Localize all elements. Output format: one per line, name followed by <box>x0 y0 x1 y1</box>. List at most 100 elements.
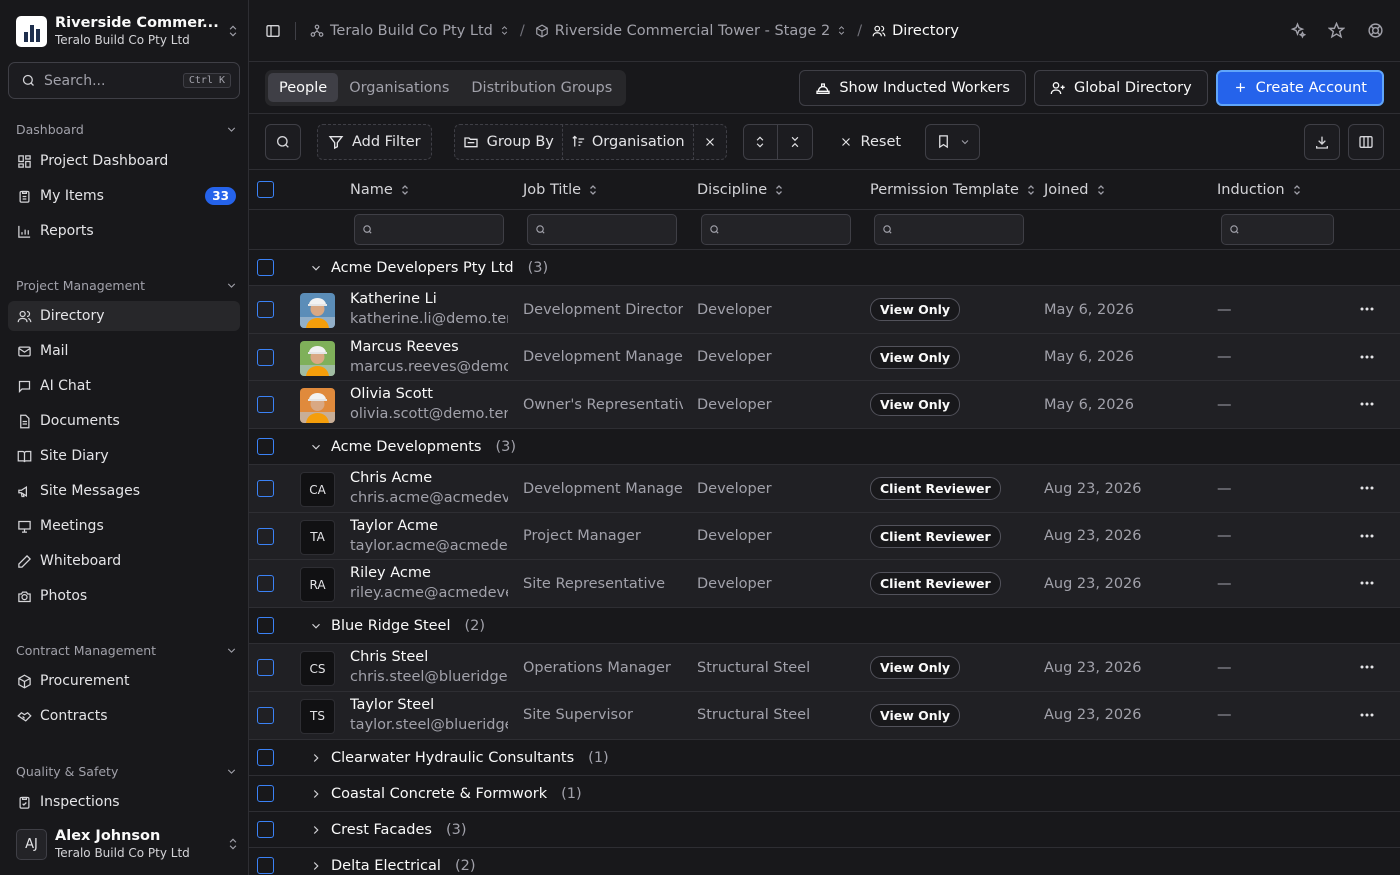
column-header-discipline[interactable]: Discipline <box>697 182 785 198</box>
table-row[interactable]: CS Chris Steel chris.steel@blueridgestee… <box>249 644 1400 692</box>
chevron-right-icon[interactable] <box>309 751 323 765</box>
sidebar-search[interactable]: Search... Ctrl K <box>8 62 240 99</box>
row-checkbox[interactable] <box>257 575 274 593</box>
induction-filter-input[interactable] <box>1221 214 1334 245</box>
discipline-filter-input[interactable] <box>701 214 851 245</box>
person-name[interactable]: Riley Acme <box>350 565 508 581</box>
more-horizontal-icon[interactable] <box>1360 712 1374 718</box>
column-header-permission-template[interactable]: Permission Template <box>870 182 1037 198</box>
group-row[interactable]: Acme Developers Pty Ltd (3) <box>249 250 1400 286</box>
project-switcher[interactable]: Riverside Commer... Teralo Build Co Pty … <box>16 14 240 48</box>
add-filter-button[interactable]: Add Filter <box>317 123 432 160</box>
sidebar-item-ai-chat[interactable]: AI Chat <box>8 371 240 401</box>
more-horizontal-icon[interactable] <box>1360 354 1374 360</box>
column-header-induction[interactable]: Induction <box>1217 182 1303 198</box>
row-checkbox[interactable] <box>257 480 274 498</box>
sidebar-toggle-icon[interactable] <box>265 23 281 39</box>
group-row[interactable]: Acme Developments (3) <box>249 429 1400 466</box>
star-icon[interactable] <box>1328 22 1345 39</box>
row-checkbox[interactable] <box>257 259 274 276</box>
row-checkbox[interactable] <box>257 617 274 635</box>
user-menu[interactable]: AJ Alex Johnson Teralo Build Co Pty Ltd <box>16 826 240 862</box>
sidebar-item-directory[interactable]: Directory <box>8 301 240 331</box>
more-horizontal-icon[interactable] <box>1360 664 1374 670</box>
table-row[interactable]: Marcus Reeves marcus.reeves@demo.teralo … <box>249 333 1400 382</box>
sidebar-item-photos[interactable]: Photos <box>8 581 240 611</box>
sidebar-item-procurement[interactable]: Procurement <box>8 666 240 696</box>
help-circle-icon[interactable] <box>1367 22 1384 39</box>
sidebar-item-documents[interactable]: Documents <box>8 406 240 436</box>
person-name[interactable]: Marcus Reeves <box>350 339 508 355</box>
table-row[interactable]: CA Chris Acme chris.acme@acmedevelopment… <box>249 465 1400 513</box>
row-checkbox[interactable] <box>257 784 274 802</box>
collapse-all-button[interactable] <box>778 125 812 159</box>
group-by-button[interactable]: Group By <box>455 134 562 150</box>
group-row[interactable]: Coastal Concrete & Formwork (1) <box>249 775 1400 812</box>
sidebar-item-meetings[interactable]: Meetings <box>8 511 240 541</box>
section-dashboard[interactable]: Dashboard <box>16 122 238 137</box>
clear-group-button[interactable] <box>694 135 726 149</box>
more-horizontal-icon[interactable] <box>1360 533 1374 539</box>
table-row[interactable]: TA Taylor Acme taylor.acme@acmedevelopme… <box>249 512 1400 561</box>
table-row[interactable]: TS Taylor Steel taylor.steel@blueridgest… <box>249 691 1400 740</box>
sidebar-item-whiteboard[interactable]: Whiteboard <box>8 546 240 576</box>
more-horizontal-icon[interactable] <box>1360 401 1374 407</box>
row-checkbox[interactable] <box>257 301 274 318</box>
group-row[interactable]: Blue Ridge Steel (2) <box>249 608 1400 645</box>
chevron-right-icon[interactable] <box>309 787 323 801</box>
group-row[interactable]: Clearwater Hydraulic Consultants (1) <box>249 739 1400 776</box>
name-filter-input[interactable] <box>354 214 504 245</box>
row-checkbox[interactable] <box>257 748 274 766</box>
search-button[interactable] <box>265 123 301 160</box>
person-name[interactable]: Katherine Li <box>350 291 508 307</box>
tab-distribution-groups[interactable]: Distribution Groups <box>460 73 623 102</box>
section-quality-safety[interactable]: Quality & Safety <box>16 764 238 779</box>
reset-button[interactable]: Reset <box>829 134 912 150</box>
row-checkbox[interactable] <box>257 820 274 838</box>
global-directory-button[interactable]: Global Directory <box>1033 69 1208 106</box>
select-all-checkbox[interactable] <box>257 181 274 198</box>
table-row[interactable]: RA Riley Acme riley.acme@acmedevelopment… <box>249 560 1400 609</box>
more-horizontal-icon[interactable] <box>1360 306 1374 312</box>
more-horizontal-icon[interactable] <box>1360 485 1374 491</box>
show-inducted-workers-button[interactable]: Show Inducted Workers <box>799 69 1026 106</box>
job-title-filter-input[interactable] <box>527 214 677 245</box>
saved-views-button[interactable] <box>925 123 981 160</box>
sidebar-item-my-items[interactable]: My Items 33 <box>8 181 240 211</box>
row-checkbox[interactable] <box>257 396 274 414</box>
sidebar-item-reports[interactable]: Reports <box>8 216 240 246</box>
table-row[interactable]: Katherine Li katherine.li@demo.teralo De… <box>249 286 1400 334</box>
column-header-name[interactable]: Name <box>350 182 411 198</box>
person-name[interactable]: Olivia Scott <box>350 386 508 402</box>
sparkles-icon[interactable] <box>1289 22 1306 39</box>
breadcrumb-org[interactable]: Teralo Build Co Pty Ltd <box>310 23 510 39</box>
group-row[interactable]: Delta Electrical (2) <box>249 847 1400 875</box>
export-button[interactable] <box>1304 123 1340 160</box>
expand-all-button[interactable] <box>744 124 778 159</box>
chevron-down-icon[interactable] <box>309 619 323 633</box>
person-name[interactable]: Chris Acme <box>350 470 508 486</box>
more-horizontal-icon[interactable] <box>1360 580 1374 586</box>
sidebar-item-site-diary[interactable]: Site Diary <box>8 441 240 471</box>
person-name[interactable]: Chris Steel <box>350 649 508 665</box>
sidebar-item-contracts[interactable]: Contracts <box>8 701 240 731</box>
sidebar-item-mail[interactable]: Mail <box>8 336 240 366</box>
columns-button[interactable] <box>1348 123 1384 160</box>
sidebar-item-project-dashboard[interactable]: Project Dashboard <box>8 146 240 176</box>
tab-people[interactable]: People <box>268 73 339 102</box>
row-checkbox[interactable] <box>257 438 274 456</box>
chevron-right-icon[interactable] <box>309 859 323 873</box>
section-project-management[interactable]: Project Management <box>16 278 238 293</box>
chevron-right-icon[interactable] <box>309 823 323 837</box>
person-name[interactable]: Taylor Steel <box>350 697 508 713</box>
row-checkbox[interactable] <box>257 856 274 874</box>
create-account-button[interactable]: Create Account <box>1215 69 1384 106</box>
group-row[interactable]: Crest Facades (3) <box>249 811 1400 848</box>
group-by-value[interactable]: Organisation <box>563 134 693 150</box>
permission-filter-input[interactable] <box>874 214 1024 245</box>
sidebar-item-site-messages[interactable]: Site Messages <box>8 476 240 506</box>
chevron-down-icon[interactable] <box>309 261 323 275</box>
sidebar-item-inspections[interactable]: Inspections <box>8 787 240 817</box>
person-name[interactable]: Taylor Acme <box>350 518 508 534</box>
table-row[interactable]: Olivia Scott olivia.scott@demo.teralo Ow… <box>249 381 1400 430</box>
